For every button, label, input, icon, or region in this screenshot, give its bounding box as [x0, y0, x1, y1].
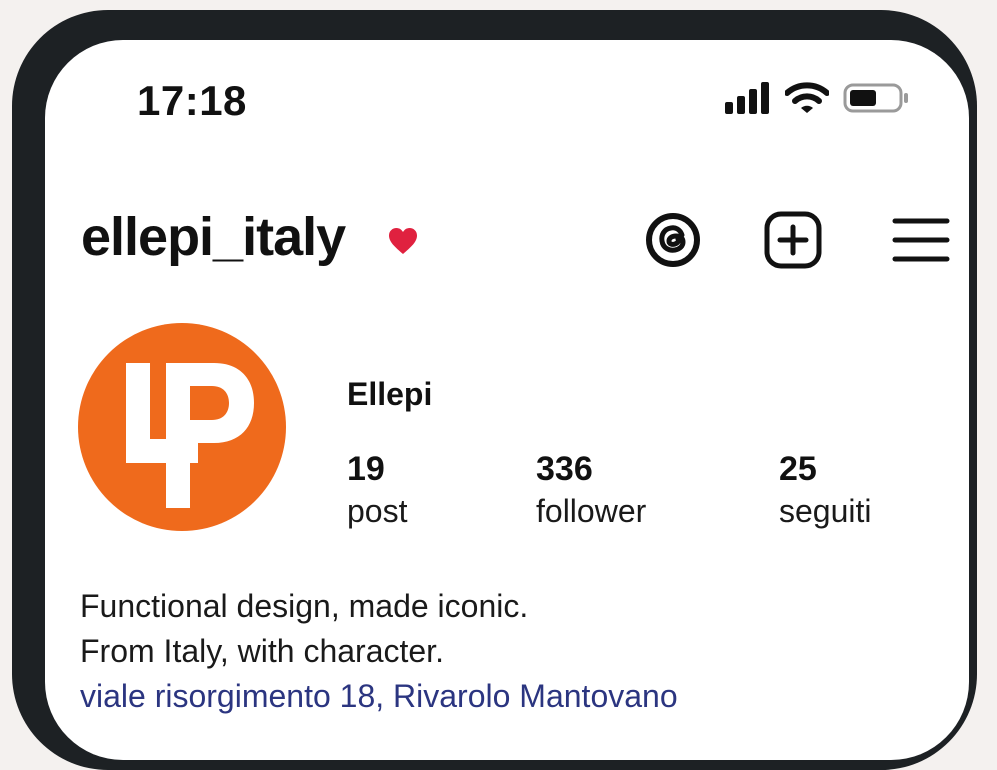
bio-line: Functional design, made iconic.: [80, 588, 529, 624]
profile-username[interactable]: ellepi_italy: [81, 210, 346, 264]
stat-label: post: [347, 493, 408, 529]
phone-screen: 17:18 ellepi_italy Ellepi 19 post 336 fo…: [45, 40, 969, 760]
heart-icon: [389, 228, 417, 254]
battery-icon: [843, 83, 908, 113]
threads-icon: [646, 213, 700, 267]
menu-icon: [892, 218, 950, 262]
stat-followers[interactable]: 336 follower: [536, 452, 646, 527]
stat-posts[interactable]: 19 post: [347, 452, 407, 527]
bio-address-link[interactable]: viale risorgimento 18, Rivarolo Mantovan…: [80, 674, 678, 719]
status-icons: [725, 78, 909, 118]
stat-label: seguiti: [779, 493, 872, 529]
display-name: Ellepi: [347, 376, 433, 412]
menu-button[interactable]: [891, 210, 951, 270]
threads-button[interactable]: [643, 210, 703, 270]
stat-number: 336: [536, 450, 593, 488]
status-time: 17:18: [137, 77, 247, 124]
add-post-button[interactable]: [763, 210, 823, 270]
stat-number: 25: [779, 450, 817, 488]
profile-bio: Functional design, made iconic. From Ita…: [80, 584, 678, 719]
stat-number: 19: [347, 450, 385, 488]
stat-label: follower: [536, 493, 647, 529]
phone-frame: 17:18 ellepi_italy Ellepi 19 post 336 fo…: [12, 10, 977, 770]
avatar[interactable]: [78, 323, 286, 531]
ellepi-logo: [126, 363, 254, 508]
cellular-signal-icon: [725, 82, 769, 114]
stat-following[interactable]: 25 seguiti: [779, 452, 872, 527]
wifi-icon: [785, 82, 829, 113]
bio-line: From Italy, with character.: [80, 633, 444, 669]
add-post-icon: [764, 211, 822, 269]
